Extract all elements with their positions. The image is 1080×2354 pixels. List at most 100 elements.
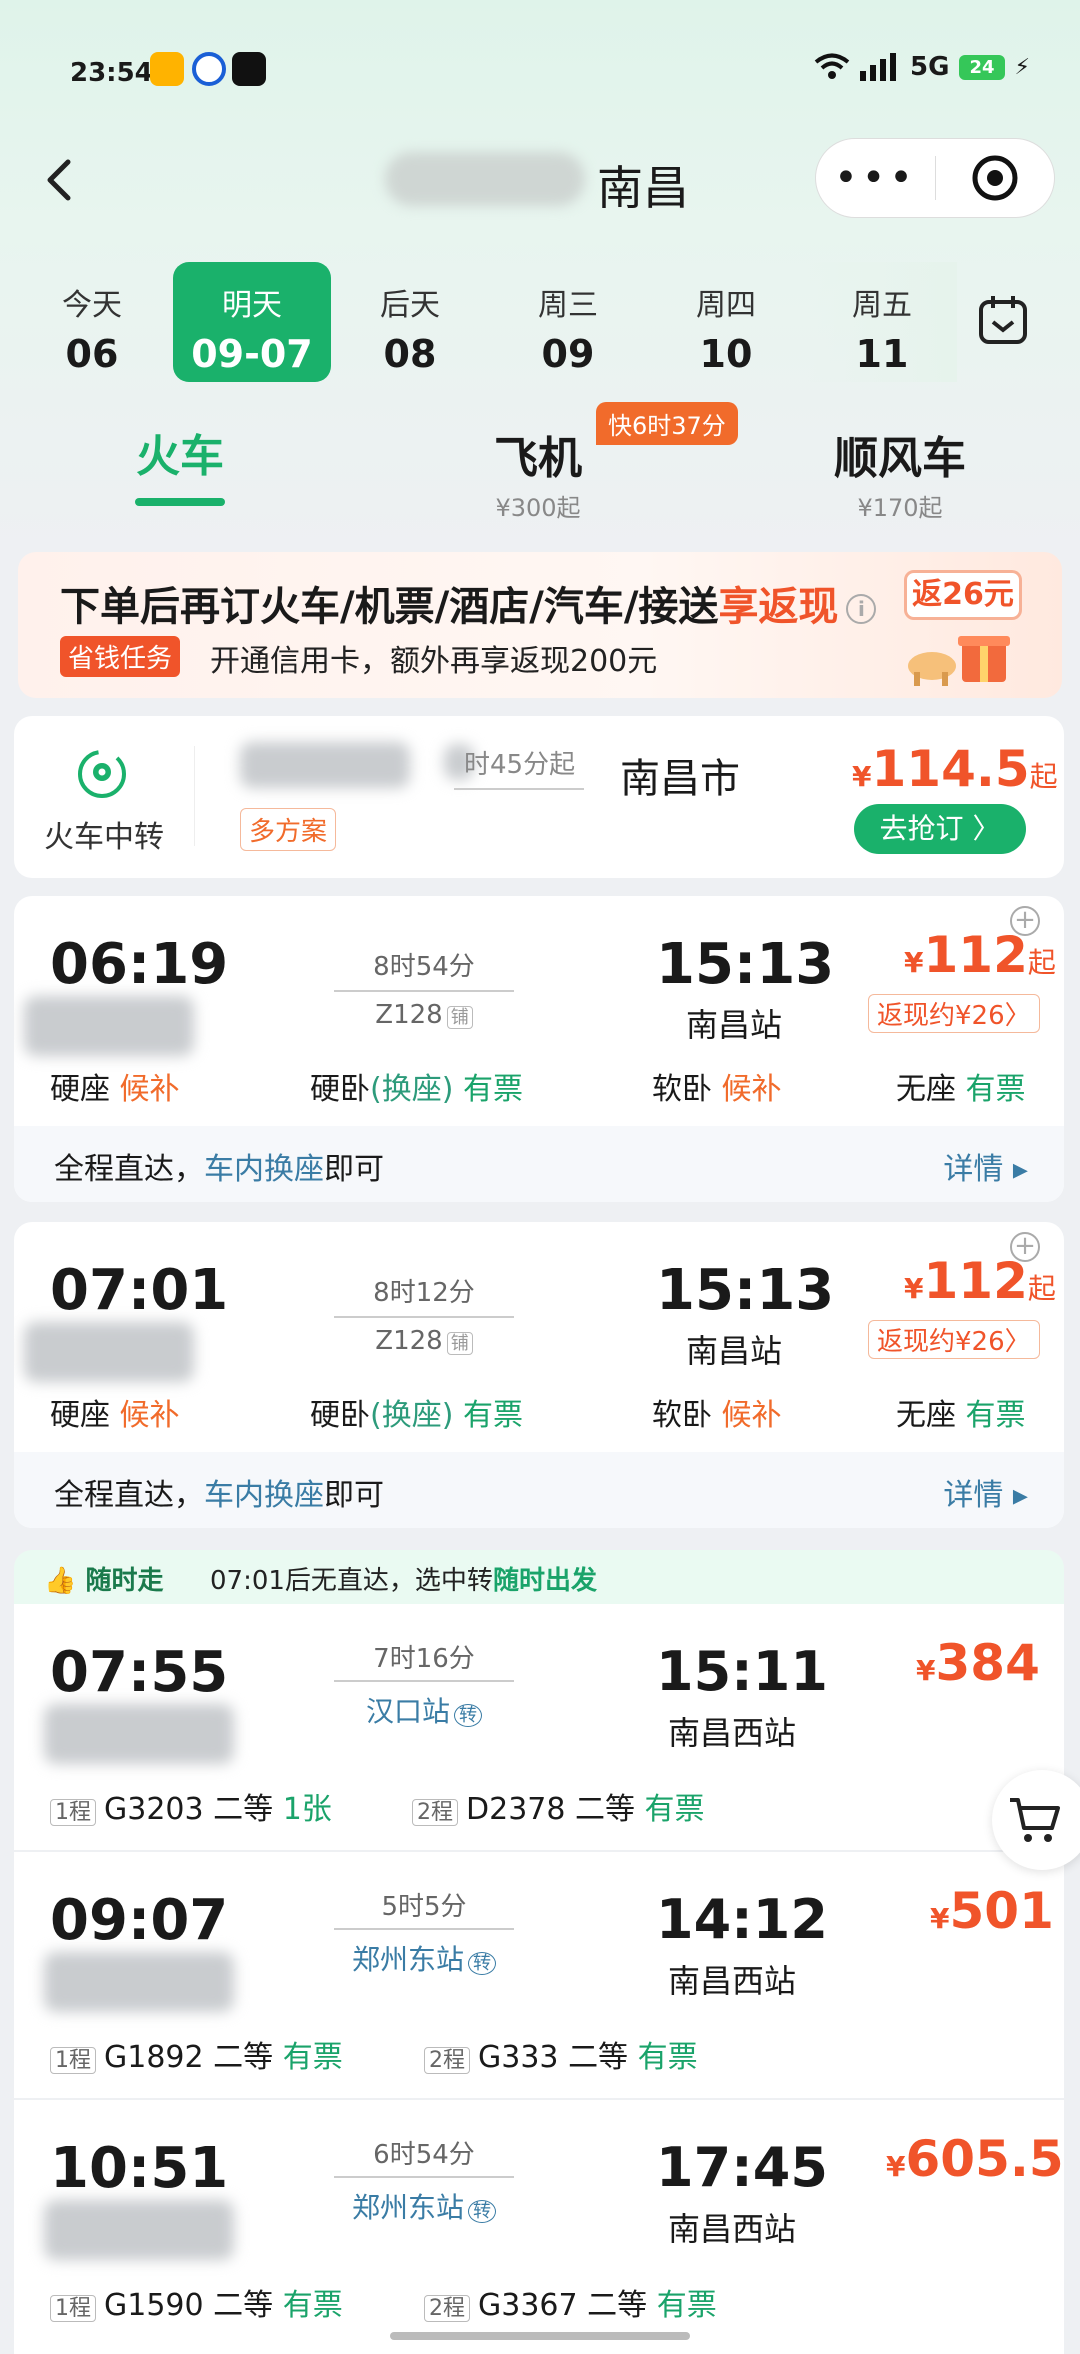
date-week: 今天 [62,288,122,323]
route-line [334,1316,514,1318]
home-indicator[interactable] [390,2332,690,2340]
train-code: Z128 [375,1000,443,1030]
transfer-row[interactable]: 07:55 7时16分 汉口站转 15:11 南昌西站 ¥384 1程 G3203… [14,1604,1064,1850]
train-code: Z128 [375,1326,443,1356]
route-tip[interactable]: 全程直达，车内换座即可 详情 ▸ [14,1126,1064,1202]
tab-label: 顺风车 [834,433,966,484]
network-label: 5G [910,52,950,82]
date-week: 周三 [538,288,598,323]
multi-plan-tag: 多方案 [240,808,337,851]
date-day: 08 [383,332,437,376]
transfer-station[interactable]: 郑州东站转 [334,1938,514,1978]
date-tab-selected[interactable]: 明天 09-07 [173,262,331,382]
trip-duration: 7时16分 [373,1644,475,1674]
transfer-row[interactable]: 09:07 5时5分 郑州东站转 14:12 南昌西站 ¥501 1程 G1892… [14,1852,1064,2098]
page-title: 南昌 [597,161,689,215]
transfer-price: ¥384 [916,1634,1040,1692]
calendar-icon[interactable] [975,292,1031,348]
route-tip[interactable]: 全程直达，车内换座即可 详情 ▸ [14,1452,1064,1528]
trip-duration: 6时54分 [373,2140,475,2170]
close-miniapp-icon[interactable] [936,154,1054,202]
more-icon[interactable]: ••• [816,158,935,198]
status-time: 23:54 [70,58,153,88]
seat-type: 硬座 候补 [50,1398,180,1433]
transport-mode-tabs: 火车 飞机 ¥300起 顺风车 ¥170起 [0,410,1080,523]
transfer-row[interactable]: 10:51 6时54分 郑州东站转 17:45 南昌西站 ¥605.5 1程 G1… [14,2100,1064,2354]
date-day: 09-07 [191,332,313,376]
train-transfer-card[interactable]: 火车中转 时45分起 南昌市 多方案 ¥114.5起 去抢订 〉 [14,716,1064,878]
date-tab[interactable]: 周三 09 [493,262,643,382]
tab-train[interactable]: 火车 [120,420,240,506]
seat-type: 软卧 候补 [652,1072,782,1107]
arrival-time: 15:11 [656,1640,828,1703]
price-value: 114.5 [871,740,1030,798]
anytime-badge: 👍 随时走 [44,1560,163,1597]
transfer-price: ¥114.5起 [852,740,1058,798]
departure-station-blurred [44,2200,234,2260]
arrival-time: 15:13 [656,932,835,997]
date-tab[interactable]: 今天 06 [17,262,167,382]
arrival-station: 南昌站 [686,1332,783,1370]
book-transfer-button[interactable]: 去抢订 〉 [854,804,1026,854]
train-row[interactable]: 07:01 8时12分 Z128 铺 15:13 南昌站 + ¥112起 返现约¥… [14,1222,1064,1528]
anytime-banner: 👍 随时走 07:01后无直达，选中转随时出发 [14,1550,1064,1604]
back-icon[interactable] [30,150,90,210]
date-day: 06 [65,332,119,376]
transfer-price: ¥605.5 [886,2130,1064,2188]
trip-duration: 5时5分 [381,1892,467,1922]
date-tab[interactable]: 后天 08 [335,262,485,382]
date-tab[interactable]: 周五 11 [807,262,957,382]
detail-link[interactable]: 详情 ▸ [943,1144,1028,1188]
date-week: 周五 [852,288,912,323]
tab-label: 火车 [136,431,224,482]
departure-time: 06:19 [50,932,229,997]
transfer-duration: 时45分起 [464,750,576,780]
train-number: Z128 铺 [334,1326,514,1356]
departure-station-blurred [24,1322,194,1382]
currency-symbol: ¥ [852,760,872,793]
date-week: 后天 [380,288,440,323]
cart-icon [1010,1798,1060,1842]
date-tab[interactable]: 周四 10 [651,262,801,382]
promo-banner[interactable]: 下单后再订火车/机票/酒店/汽车/接送享返现 i 省钱任务 开通信用卡，额外再享返… [18,552,1062,698]
signal-icon [860,53,897,81]
trip-leg: 1程 G1590 二等 有票 [50,2280,343,2324]
train-row[interactable]: 06:19 8时54分 Z128 铺 15:13 南昌站 + ¥112起 返现约¥… [14,896,1064,1202]
departure-time: 09:07 [50,1888,229,1953]
seat-type: 硬卧(换座) 有票 [310,1398,523,1433]
train-number: Z128 铺 [334,1000,514,1030]
transfer-station[interactable]: 郑州东站转 [334,2186,514,2226]
seat-type: 软卧 候补 [652,1398,782,1433]
seat-type: 硬座 候补 [50,1072,180,1107]
anytime-text: 07:01后无直达，选中转随时出发 [210,1566,597,1596]
route-line [334,1680,514,1682]
transfer-station[interactable]: 汉口站转 [334,1690,514,1730]
price-value: 501 [949,1882,1054,1940]
promo-highlight: 享返现 [718,584,839,630]
price-value: 384 [935,1634,1040,1692]
nav-bar: 南昌 ••• [0,130,1080,230]
tab-carpool[interactable]: 顺风车 ¥170起 [820,422,980,523]
transfer-price: ¥501 [930,1882,1054,1940]
route-line [334,990,514,992]
battery-icon: 24 [959,54,1005,80]
detail-link[interactable]: 详情 ▸ [943,1470,1028,1514]
price-value: 112 [923,926,1028,984]
tab-label: 飞机 [494,433,582,484]
arrival-time: 15:13 [656,1258,835,1323]
info-icon[interactable]: i [846,594,877,624]
cashback-tag: 返现约¥26〉 [868,1320,1040,1359]
seat-type: 无座 有票 [896,1398,1026,1433]
trip-duration: 8时54分 [373,952,475,982]
date-tabs: 今天 06 明天 09-07 后天 08 周三 09 周四 10 周五 11 [10,262,957,382]
train-price: ¥112起 [904,1252,1056,1310]
tab-flight[interactable]: 飞机 ¥300起 [478,422,598,523]
date-day: 11 [855,332,909,376]
date-day: 10 [699,332,753,376]
trip-leg: 2程 D2378 二等 有票 [412,1784,705,1828]
miniapp-capsule: ••• [815,138,1055,218]
thumbs-up-icon: 👍 [44,1566,77,1596]
route-line [334,2176,514,2178]
route-line [454,788,584,790]
route-line [334,1928,514,1930]
